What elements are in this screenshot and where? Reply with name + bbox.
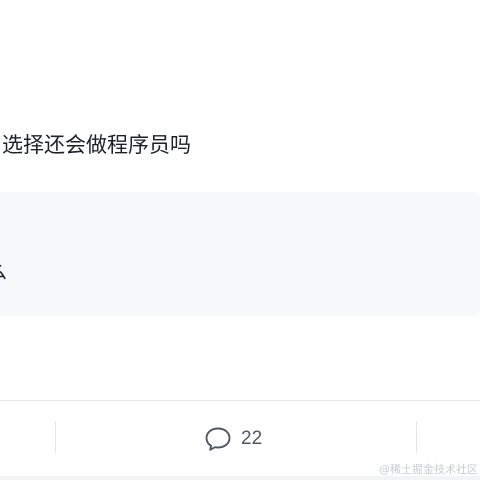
watermark: @稀土掘金技术社区 [379,463,478,476]
bottom-strip [0,476,480,480]
quote-card[interactable]: 么 [0,192,480,316]
action-divider [416,421,417,453]
quote-text: 么 [0,258,7,284]
post-title[interactable]: 选择还会做程序员吗 [2,128,191,162]
comment-count: 22 [241,428,263,449]
comment-button[interactable]: 22 [204,425,262,453]
comment-bubble-icon [204,426,232,452]
action-divider [55,421,56,453]
